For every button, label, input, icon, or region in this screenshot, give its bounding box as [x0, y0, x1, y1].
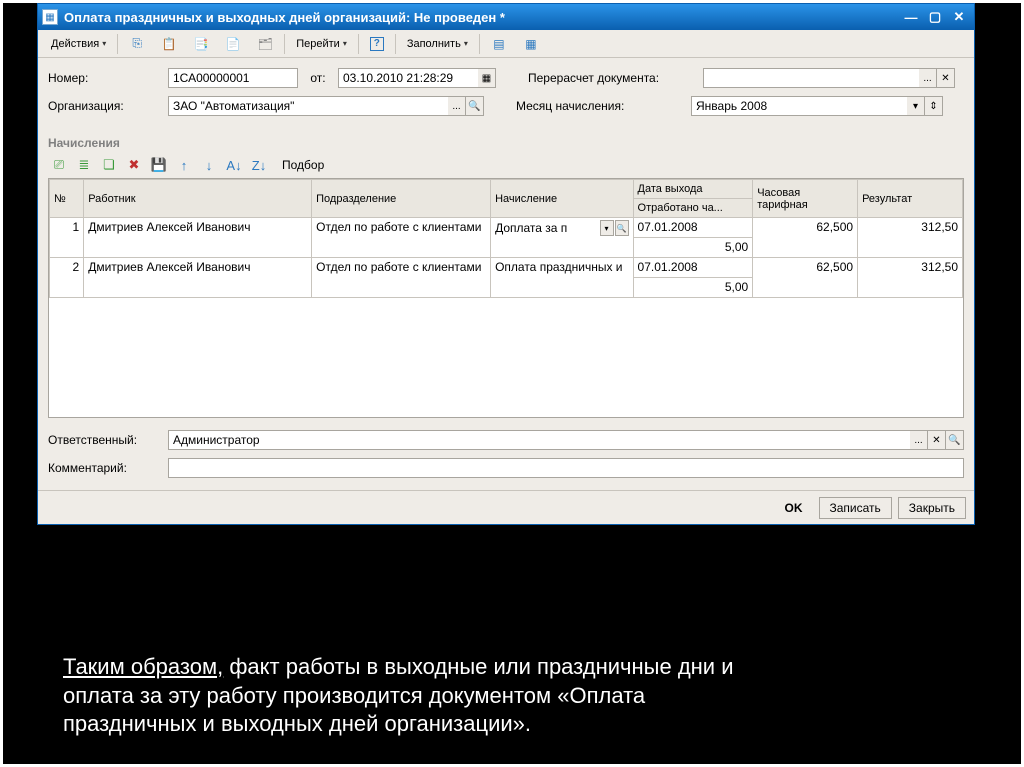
comment-input[interactable] — [168, 458, 964, 478]
actions-menu[interactable]: Действия ▾ — [44, 33, 113, 55]
toolbar-btn-5[interactable]: 🗂 — [250, 33, 280, 55]
maximize-button[interactable]: ▢ — [924, 7, 946, 27]
month-spinner-button[interactable]: ⇕ — [925, 96, 943, 116]
move-up-icon[interactable]: ↑ — [173, 154, 195, 176]
search-resp-button[interactable]: 🔍 — [946, 430, 964, 450]
clear-resp-button[interactable]: ✕ — [928, 430, 946, 450]
date-input[interactable] — [338, 68, 478, 88]
toolbar-btn-3[interactable]: 📑 — [186, 33, 216, 55]
sort-asc-icon[interactable]: A↓ — [223, 154, 245, 176]
dropdown-button[interactable]: ▾ — [600, 220, 614, 236]
month-label: Месяц начисления: — [516, 99, 691, 113]
org-input[interactable] — [168, 96, 448, 116]
toolbar-btn-1[interactable]: ⎘ — [122, 33, 152, 55]
add-row-icon[interactable]: ⎚ — [48, 154, 70, 176]
window-title: Оплата праздничных и выходных дней орган… — [64, 10, 900, 25]
goto-menu[interactable]: Перейти ▾ — [289, 33, 354, 55]
col-rate[interactable]: Часовая тарифная — [753, 180, 858, 218]
fill-label: Заполнить — [407, 38, 461, 50]
actions-label: Действия — [51, 38, 99, 50]
toolbar-btn-2[interactable]: 📋 — [154, 33, 184, 55]
chevron-down-icon: ▾ — [102, 39, 106, 48]
help-button[interactable]: ? — [363, 33, 391, 55]
copy-row-icon[interactable]: ❏ — [98, 154, 120, 176]
number-label: Номер: — [48, 71, 158, 85]
sort-desc-icon[interactable]: Z↓ — [248, 154, 270, 176]
main-toolbar: Действия ▾ ⎘ 📋 📑 📄 🗂 Перейти ▾ ? Заполни… — [38, 30, 974, 58]
toolbar-btn-4[interactable]: 📄 — [218, 33, 248, 55]
search-org-button[interactable]: 🔍 — [466, 96, 484, 116]
select-org-button[interactable]: ... — [448, 96, 466, 116]
resp-label: Ответственный: — [48, 433, 158, 447]
col-employee[interactable]: Работник — [84, 180, 312, 218]
recalc-input[interactable] — [703, 68, 919, 88]
insert-row-icon[interactable]: ≣ — [73, 154, 95, 176]
col-n[interactable]: № — [50, 180, 84, 218]
minimize-button[interactable]: — — [900, 7, 922, 27]
select-button[interactable]: ... — [919, 68, 937, 88]
col-date-out[interactable]: Дата выхода — [633, 180, 753, 199]
number-input[interactable] — [168, 68, 298, 88]
col-dept[interactable]: Подразделение — [312, 180, 491, 218]
accrual-value: Доплата за п — [495, 221, 598, 235]
lookup-button[interactable]: 🔍 — [615, 220, 629, 236]
ot-label: от: — [308, 71, 328, 85]
slide-caption: Таким образом, факт работы в выходные ил… — [63, 653, 943, 739]
grid-toolbar: ⎚ ≣ ❏ ✖ 💾 ↑ ↓ A↓ Z↓ Подбор — [38, 152, 974, 178]
app-icon: ▦ — [42, 9, 58, 25]
save-button[interactable]: Записать — [819, 497, 892, 519]
delete-row-icon[interactable]: ✖ — [123, 154, 145, 176]
select-resp-button[interactable]: ... — [910, 430, 928, 450]
col-result[interactable]: Результат — [858, 180, 963, 218]
calendar-button[interactable]: ▦ — [478, 68, 496, 88]
recalc-label: Перерасчет документа: — [528, 71, 703, 85]
toolbar-btn-6[interactable]: ▤ — [484, 33, 514, 55]
chevron-down-icon: ▾ — [343, 39, 347, 48]
clear-button[interactable]: ✕ — [937, 68, 955, 88]
close-window-button[interactable]: Закрыть — [898, 497, 966, 519]
table-row[interactable]: 2 Дмитриев Алексей Иванович Отдел по раб… — [50, 258, 963, 278]
move-down-icon[interactable]: ↓ — [198, 154, 220, 176]
grid: № Работник Подразделение Начисление Дата… — [48, 178, 964, 418]
titlebar: ▦ Оплата праздничных и выходных дней орг… — [38, 4, 974, 30]
table-row[interactable]: 1 Дмитриев Алексей Иванович Отдел по раб… — [50, 218, 963, 238]
org-label: Организация: — [48, 99, 158, 113]
toolbar-btn-7[interactable]: ▦ — [516, 33, 546, 55]
ok-button[interactable]: OK — [775, 497, 813, 519]
chevron-down-icon: ▾ — [464, 39, 468, 48]
resp-input[interactable] — [168, 430, 910, 450]
col-accrual[interactable]: Начисление — [491, 180, 633, 218]
footer: OK Записать Закрыть — [38, 490, 974, 524]
close-button[interactable]: ✕ — [948, 7, 970, 27]
section-header: Начисления — [38, 130, 974, 152]
fill-menu[interactable]: Заполнить ▾ — [400, 33, 475, 55]
app-window: ▦ Оплата праздничных и выходных дней орг… — [37, 3, 975, 525]
month-input[interactable] — [691, 96, 907, 116]
goto-label: Перейти — [296, 38, 340, 50]
save-icon[interactable]: 💾 — [148, 154, 170, 176]
comment-label: Комментарий: — [48, 461, 158, 475]
podbor-button[interactable]: Подбор — [273, 154, 333, 176]
month-dropdown-button[interactable]: ▾ — [907, 96, 925, 116]
col-hours[interactable]: Отработано ча... — [633, 199, 753, 218]
